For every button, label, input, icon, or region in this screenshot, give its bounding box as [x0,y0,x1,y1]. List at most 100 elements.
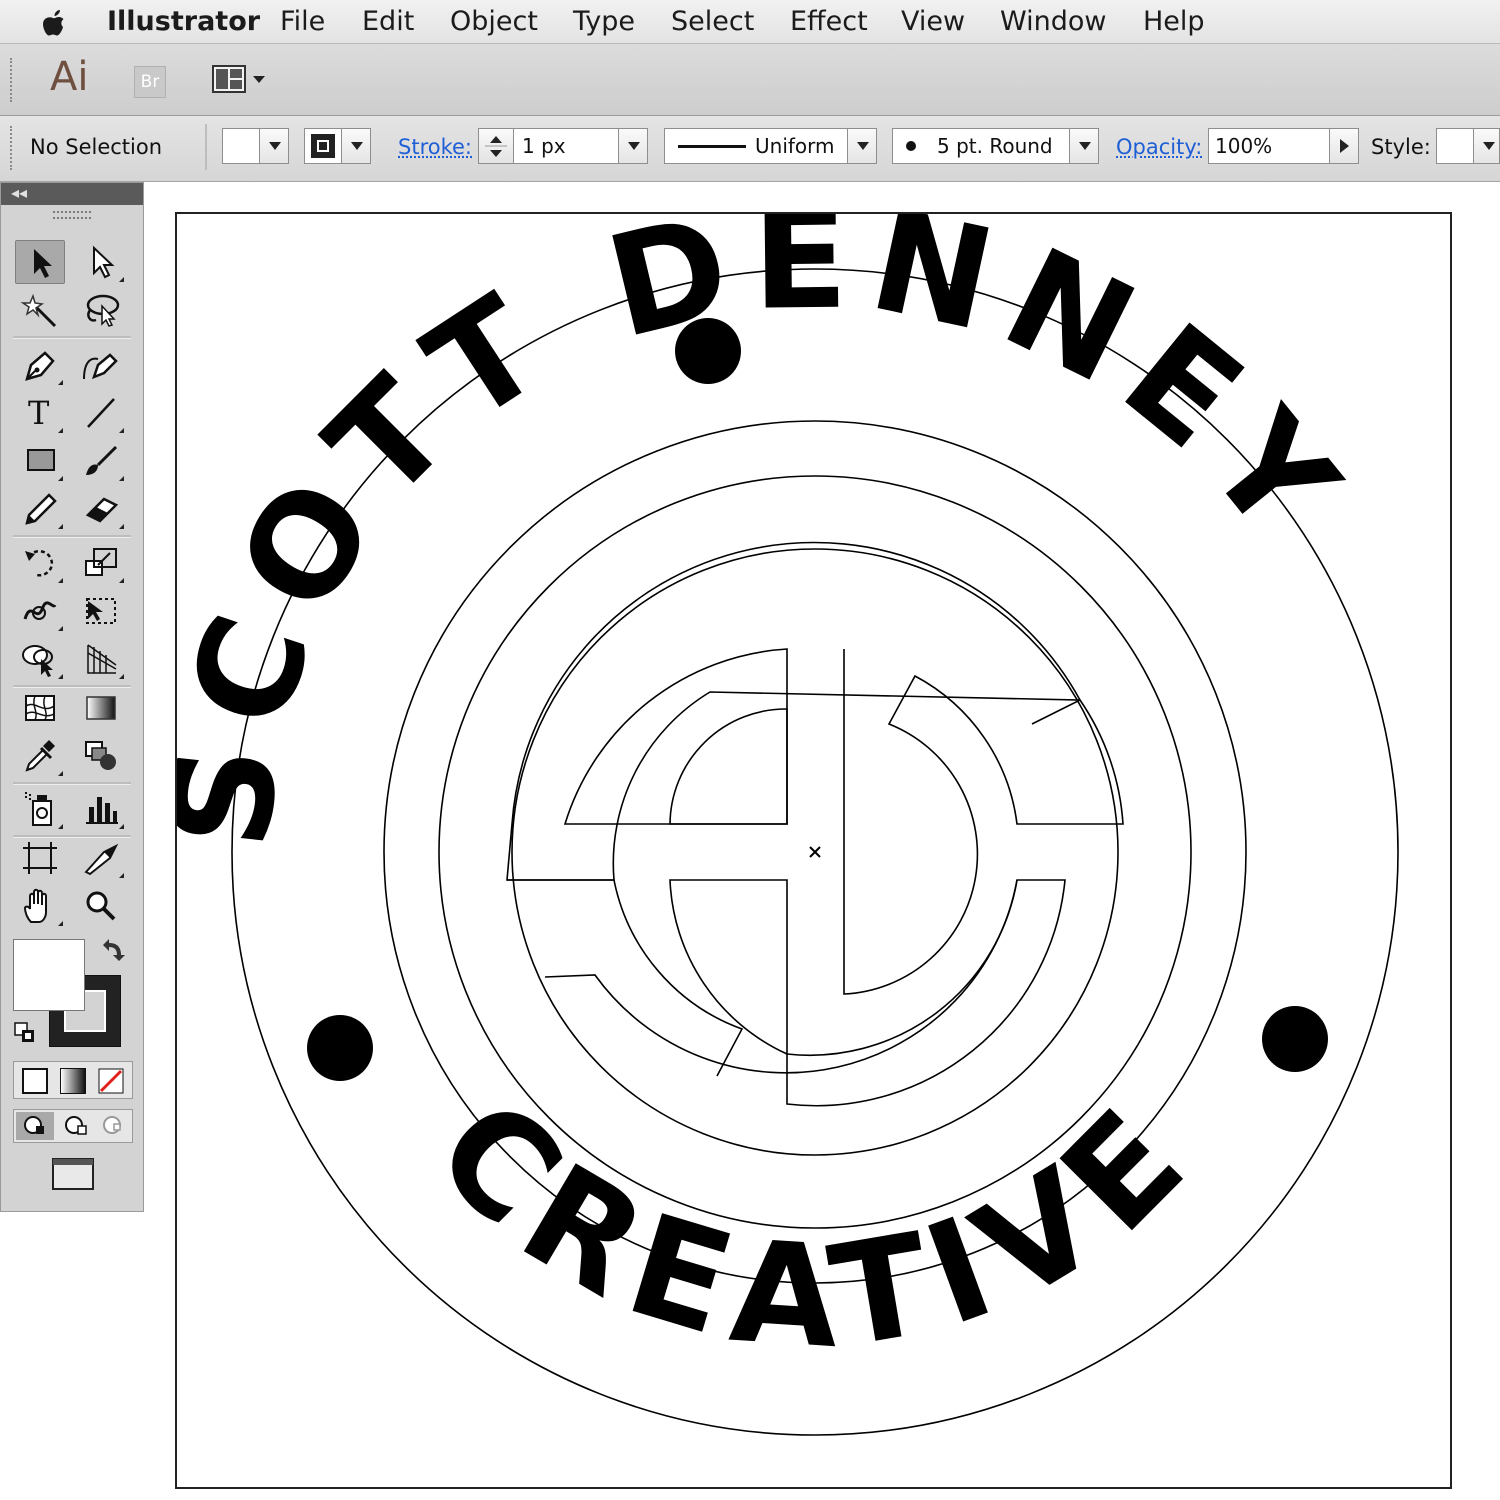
artboard[interactable]: SCOTT DENNEY CREATIVE [175,212,1452,1489]
tools-panel-header[interactable]: ◂◂ [1,183,143,205]
slice-tool[interactable] [76,836,126,880]
color-button[interactable] [22,1068,48,1094]
gradient-icon [86,696,116,720]
brush-dropdown[interactable] [1069,128,1099,164]
menu-file[interactable]: File [280,0,325,44]
menu-select[interactable]: Select [671,0,754,44]
symbol-sprayer-tool[interactable] [15,787,65,831]
line-segment-tool[interactable] [76,391,126,435]
stroke-swatch-icon [311,134,335,158]
variable-width-profile[interactable]: Uniform [664,128,848,164]
pencil-tool[interactable] [15,487,65,531]
app-menu[interactable]: Illustrator [107,0,260,44]
arrange-documents-button[interactable] [212,64,272,96]
style-swatch[interactable] [1436,128,1474,164]
opacity-label-link[interactable]: Opacity: [1116,116,1202,178]
perspective-grid-tool[interactable] [76,637,126,681]
rectangle-tool[interactable] [15,439,65,483]
shape-builder-tool[interactable] [15,637,65,681]
menu-bar: Illustrator File Edit Object Type Select… [0,0,1500,44]
tool-separator [13,782,131,785]
gradient-tool[interactable] [76,686,126,730]
none-swatch-icon[interactable] [98,1068,124,1094]
blend-icon [85,741,116,770]
profile-dropdown[interactable] [847,128,877,164]
stroke-label-link[interactable]: Stroke: [398,116,472,178]
arrange-documents-icon [212,65,265,93]
fill-dropdown[interactable] [259,128,289,164]
draw-inside-icon[interactable] [96,1112,132,1140]
opacity-slider-button[interactable] [1329,128,1359,164]
menu-object[interactable]: Object [450,0,538,44]
collapse-panel-icon[interactable]: ◂◂ [11,183,27,205]
logo-artwork[interactable]: SCOTT DENNEY CREATIVE [177,214,1450,1487]
draw-mode-group [13,1109,133,1143]
draw-normal-icon [24,1116,44,1134]
fill-color-box[interactable] [13,939,85,1011]
menu-window[interactable]: Window [1000,0,1106,44]
pen-tool[interactable] [15,343,65,387]
svg-text:T: T [28,394,50,432]
menu-view[interactable]: View [901,0,965,44]
menu-type[interactable]: Type [573,0,635,44]
fill-swatch[interactable] [222,128,260,164]
type-tool[interactable]: T [15,391,65,435]
menu-help[interactable]: Help [1143,0,1205,44]
apple-menu-icon[interactable] [40,7,70,39]
magnifier-icon [86,891,116,921]
free-transform-icon [86,598,116,624]
eyedropper-tool[interactable] [15,734,65,778]
logo-bottom-text: CREATIVE [404,1069,1226,1381]
mesh-tool[interactable] [15,686,65,730]
curvature-tool[interactable] [76,343,126,387]
lasso-icon [86,294,120,327]
illustrator-logo: Ai [50,54,89,100]
stepper-arrows-icon [485,136,507,157]
zoom-tool[interactable] [76,884,126,928]
default-fill-stroke-icon[interactable] [13,1021,37,1045]
appbar-grip[interactable] [10,58,16,102]
hand-tool[interactable] [15,884,65,928]
column-graph-tool[interactable] [76,787,126,831]
style-dropdown[interactable] [1473,128,1500,164]
menu-effect[interactable]: Effect [790,0,868,44]
center-point-icon [809,846,821,858]
stroke-weight-stepper[interactable] [478,128,514,164]
artboard-tool[interactable] [15,836,65,880]
opacity-field[interactable]: 100% [1208,128,1330,164]
rotate-tool[interactable] [15,541,65,585]
stroke-weight-field[interactable]: 1 px [513,128,619,164]
warp-tool[interactable] [15,589,65,633]
direct-selection-tool[interactable] [76,240,126,284]
curvature-pen-icon [83,353,118,380]
eraser-tool[interactable] [76,487,126,531]
paintbrush-tool[interactable] [76,439,126,483]
lasso-tool[interactable] [76,288,126,332]
magic-wand-tool[interactable] [15,288,65,332]
stroke-swatch[interactable] [304,128,342,164]
color-mode-group [13,1061,133,1099]
menu-edit[interactable]: Edit [362,0,414,44]
bridge-button[interactable]: Br [134,66,166,98]
selection-tool[interactable] [15,240,65,284]
scale-tool[interactable] [76,541,126,585]
bullet-dot-left [307,1015,373,1081]
brush-definition[interactable]: 5 pt. Round [892,128,1070,164]
stroke-weight-value: 1 px [522,134,566,158]
application-bar: Ai Br [0,44,1500,116]
stroke-weight-dropdown[interactable] [618,128,648,164]
panel-grip[interactable] [53,211,91,219]
draw-behind-icon[interactable] [58,1112,94,1140]
screen-mode-icon[interactable] [51,1157,95,1191]
free-transform-tool[interactable] [76,589,126,633]
tool-separator [13,535,131,538]
controlbar-grip[interactable] [10,126,16,170]
stroke-dropdown[interactable] [341,128,371,164]
mesh-icon [25,695,55,721]
tools-panel: ◂◂ T [0,182,144,1212]
swap-fill-stroke-icon[interactable] [97,937,127,967]
control-bar: No Selection Stroke: 1 px Uniform 5 pt. … [0,116,1500,182]
blend-tool[interactable] [76,734,126,778]
gradient-button[interactable] [60,1068,86,1094]
draw-normal-button[interactable] [16,1112,54,1140]
